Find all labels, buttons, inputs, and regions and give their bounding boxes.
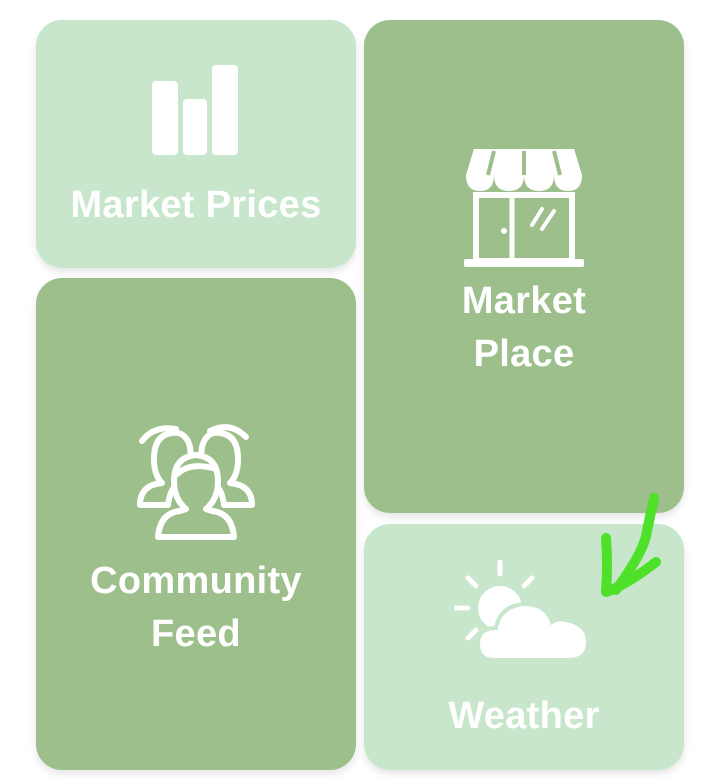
dashboard-grid: Market Prices Market Place Community Fee… bbox=[0, 0, 720, 781]
weather-label: Weather bbox=[448, 694, 600, 737]
weather-tile[interactable]: Weather bbox=[364, 524, 684, 770]
community-feed-label-line1: Community bbox=[90, 560, 302, 602]
community-feed-tile[interactable]: Community Feed bbox=[36, 278, 356, 770]
market-prices-tile[interactable]: Market Prices bbox=[36, 20, 356, 268]
bar-chart-icon bbox=[152, 64, 238, 155]
storefront-icon bbox=[464, 148, 584, 267]
market-place-tile[interactable]: Market Place bbox=[364, 20, 684, 513]
people-group-icon bbox=[137, 424, 255, 540]
community-feed-label-line2: Feed bbox=[151, 613, 241, 655]
market-place-label-line2: Place bbox=[473, 332, 575, 375]
partly-cloudy-icon bbox=[454, 559, 591, 662]
market-place-label-line1: Market bbox=[461, 279, 587, 322]
market-prices-label: Market Prices bbox=[70, 183, 322, 226]
